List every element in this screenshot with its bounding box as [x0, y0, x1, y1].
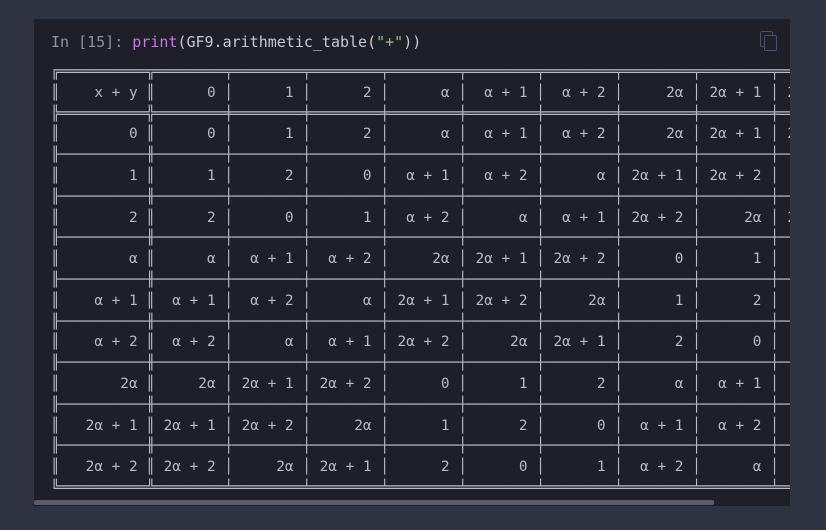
scrollbar-thumb[interactable]	[34, 500, 714, 505]
code-cell[interactable]: In [15]: print(GF9.arithmetic_table("+")…	[34, 19, 790, 506]
output-line: ╟──────────╫────────┼────────┼────────┼─…	[51, 396, 790, 413]
code-line[interactable]: In [15]: print(GF9.arithmetic_table("+")…	[51, 32, 421, 52]
output-line: ╟──────────╫────────┼────────┼────────┼─…	[51, 271, 790, 288]
output-line: ║ 2 ║ 2 │ 0 │ 1 │ α + 2 │ α │ α + 1 │ 2α…	[51, 209, 790, 226]
output-line: ╟──────────╫────────┼────────┼────────┼─…	[51, 313, 790, 330]
output-line: ╟──────────╫────────┼────────┼────────┼─…	[51, 147, 790, 164]
copy-icon-front	[764, 35, 777, 51]
output-line: ╚══════════╩════════╧════════╧════════╧═…	[51, 479, 790, 496]
output-line: ║ α ║ α │ α + 1 │ α + 2 │ 2α │ 2α + 1 │ …	[51, 251, 790, 268]
horizontal-scrollbar[interactable]	[34, 499, 790, 506]
output-line: ╠══════════╬════════╪════════╪════════╪═…	[51, 105, 790, 122]
output-line: ╟──────────╫────────┼────────┼────────┼─…	[51, 438, 790, 455]
output-line: ║ 2α + 2 ║ 2α + 2 │ 2α │ 2α + 1 │ 2 │ 0 …	[51, 459, 790, 476]
output-line: ╟──────────╫────────┼────────┼────────┼─…	[51, 355, 790, 372]
code-close: ))	[403, 33, 422, 51]
code-string: "+"	[376, 33, 404, 51]
output-line: ╔══════════╦════════╤════════╤════════╤═…	[51, 64, 790, 80]
code-call: (GF9.arithmetic_table(	[177, 33, 377, 51]
output-table: ╔══════════╦════════╤════════╤════════╤═…	[51, 62, 790, 499]
output-line: ║ 0 ║ 0 │ 1 │ 2 │ α │ α + 1 │ α + 2 │ 2α…	[51, 126, 790, 143]
output-line: ║ 2α + 1 ║ 2α + 1 │ 2α + 2 │ 2α │ 1 │ 2 …	[51, 417, 790, 434]
output-line: ║ 1 ║ 1 │ 2 │ 0 │ α + 1 │ α + 2 │ α │ 2α…	[51, 167, 790, 184]
output-line: ╟──────────╫────────┼────────┼────────┼─…	[51, 230, 790, 247]
code-function: print	[132, 33, 178, 51]
execution-prompt: In [15]:	[51, 33, 124, 51]
output-line: ║ x + y ║ 0 │ 1 │ 2 │ α │ α + 1 │ α + 2 …	[51, 84, 790, 101]
output-line: ║ α + 1 ║ α + 1 │ α + 2 │ α │ 2α + 1 │ 2…	[51, 292, 790, 309]
output-line: ║ α + 2 ║ α + 2 │ α │ α + 1 │ 2α + 2 │ 2…	[51, 334, 790, 351]
copy-icon[interactable]	[760, 31, 778, 51]
output-line: ║ 2α ║ 2α │ 2α + 1 │ 2α + 2 │ 0 │ 1 │ 2 …	[51, 375, 790, 392]
output-line: ╟──────────╫────────┼────────┼────────┼─…	[51, 188, 790, 205]
